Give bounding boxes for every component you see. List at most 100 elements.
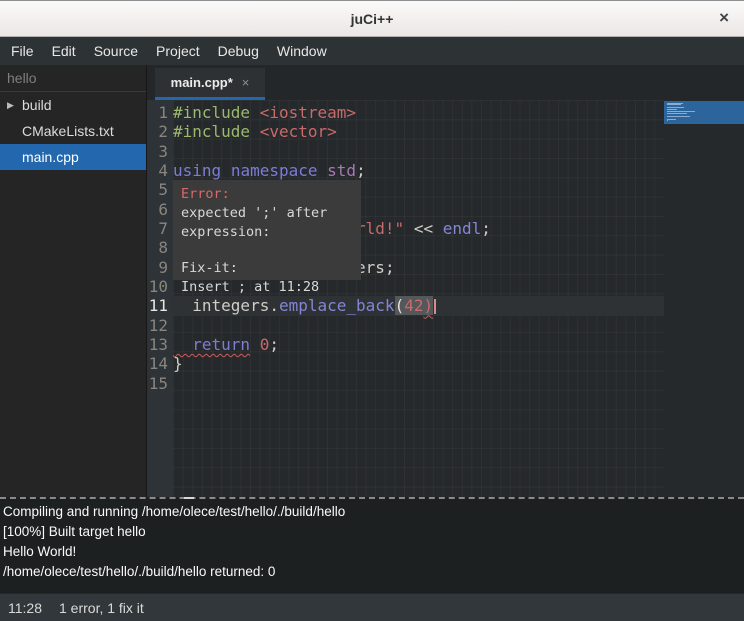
- code-token: [250, 335, 260, 354]
- output-line: Compiling and running /home/olece/test/h…: [3, 502, 744, 522]
- editor-column: main.cpp* × 123456789101112131415 Error:…: [147, 65, 744, 497]
- minimap-code-line: [667, 111, 695, 112]
- tooltip-error-label: Error:: [181, 185, 353, 204]
- code-token: ;: [269, 335, 279, 354]
- minimap-viewport[interactable]: [664, 101, 744, 124]
- expander-icon[interactable]: ▶: [7, 100, 22, 111]
- minimap-code-line: [667, 119, 676, 120]
- line-number: 14: [147, 354, 173, 373]
- line-number: 11: [147, 296, 173, 315]
- source-editor[interactable]: 123456789101112131415 Error: expected ';…: [147, 100, 744, 497]
- code-token: <vector>: [260, 122, 337, 141]
- line-number: 5: [147, 180, 173, 199]
- code-line[interactable]: #include <iostream>: [173, 103, 664, 122]
- menu-item-debug[interactable]: Debug: [209, 37, 268, 65]
- code-token: ;: [356, 161, 366, 180]
- line-number: 8: [147, 238, 173, 257]
- code-token: std: [327, 161, 356, 180]
- code-token: return: [173, 335, 250, 354]
- tab-label: main.cpp*: [171, 75, 233, 90]
- output-panel: Compiling and running /home/olece/test/h…: [0, 497, 744, 593]
- code-line[interactable]: using namespace std;: [173, 161, 664, 180]
- menu-item-source[interactable]: Source: [85, 37, 147, 65]
- minimap-code-line: [667, 104, 681, 105]
- code-token: <iostream>: [260, 103, 356, 122]
- code-token: 42: [404, 296, 423, 315]
- file-tree: ▶build CMakeLists.txt main.cpp: [0, 92, 146, 170]
- tree-item-build[interactable]: ▶build: [0, 92, 146, 118]
- output-line: [100%] Built target hello: [3, 522, 744, 542]
- line-number: 9: [147, 258, 173, 277]
- menu-item-file[interactable]: File: [2, 37, 43, 65]
- line-number: 13: [147, 335, 173, 354]
- minimap-code-line: [667, 107, 684, 108]
- code-line[interactable]: [173, 316, 664, 335]
- code-token: 0: [260, 335, 270, 354]
- code-token: using: [173, 161, 221, 180]
- minimap-code-line: [667, 113, 687, 114]
- line-number: 3: [147, 142, 173, 161]
- splitter-grip[interactable]: [184, 497, 194, 499]
- menu-item-project[interactable]: Project: [147, 37, 209, 65]
- code-token: endl: [443, 219, 482, 238]
- close-icon[interactable]: ×: [715, 1, 733, 37]
- code-token: integers.: [173, 296, 279, 315]
- line-number: 12: [147, 316, 173, 335]
- code-token: #include: [173, 122, 260, 141]
- code-line[interactable]: #include <vector>: [173, 122, 664, 141]
- tree-item-label: build: [22, 97, 52, 113]
- code-token: (: [395, 296, 405, 315]
- line-number: 1: [147, 103, 173, 122]
- code-token: #include: [173, 103, 260, 122]
- code-area[interactable]: Error: expected ';' after expression: Fi…: [173, 100, 664, 497]
- code-line[interactable]: return 0;: [173, 335, 664, 354]
- output-line: /home/olece/test/hello/./build/hello ret…: [3, 562, 744, 582]
- diagnostics-label: 1 error, 1 fix it: [59, 600, 144, 616]
- diagnostic-tooltip: Error: expected ';' after expression: Fi…: [173, 180, 361, 280]
- text-caret: [434, 299, 436, 314]
- title-bar: juCi++ ×: [0, 0, 744, 37]
- line-number: 2: [147, 122, 173, 141]
- minimap-code-line: [667, 120, 668, 121]
- project-sidebar: hello ▶build CMakeLists.txt main.cpp: [0, 65, 147, 497]
- minimap-code-line: [667, 116, 690, 117]
- code-line[interactable]: integers.emplace_back(42): [173, 296, 664, 315]
- code-token: [318, 161, 328, 180]
- code-token: ;: [481, 219, 491, 238]
- tree-item-cmakelists-txt[interactable]: CMakeLists.txt: [0, 118, 146, 144]
- code-token: <<: [404, 219, 443, 238]
- tree-item-label: main.cpp: [22, 149, 79, 165]
- tab-main-cpp[interactable]: main.cpp* ×: [155, 68, 265, 100]
- line-number: 10: [147, 277, 173, 296]
- line-number: 6: [147, 200, 173, 219]
- code-token: emplace_back: [279, 296, 395, 315]
- menu-item-window[interactable]: Window: [268, 37, 336, 65]
- code-token: }: [173, 354, 183, 373]
- main-area: hello ▶build CMakeLists.txt main.cpp main.…: [0, 65, 744, 497]
- status-bar: 11:28 1 error, 1 fix it: [0, 593, 744, 621]
- output-log: Compiling and running /home/olece/test/h…: [3, 502, 744, 582]
- minimap[interactable]: [664, 100, 744, 497]
- window-title: juCi++: [0, 1, 744, 37]
- cursor-position-label: 11:28: [8, 600, 42, 616]
- menu-item-edit[interactable]: Edit: [43, 37, 85, 65]
- tooltip-fixit-text: Insert ; at 11:28: [181, 278, 353, 297]
- code-token: ): [423, 296, 433, 315]
- tooltip-error-text: expected ';' after expression:: [181, 204, 353, 242]
- line-number: 7: [147, 219, 173, 238]
- code-token: [221, 161, 231, 180]
- line-number: 15: [147, 374, 173, 393]
- project-name-header: hello: [0, 65, 146, 92]
- tab-close-icon[interactable]: ×: [242, 75, 250, 90]
- tab-bar: main.cpp* ×: [147, 65, 744, 100]
- menu-bar: FileEditSourceProjectDebugWindow: [0, 37, 744, 65]
- code-token: namespace: [231, 161, 318, 180]
- tree-item-main-cpp[interactable]: main.cpp: [0, 144, 146, 170]
- code-line[interactable]: }: [173, 354, 664, 373]
- code-line[interactable]: [173, 374, 664, 393]
- line-number-gutter: 123456789101112131415: [147, 100, 173, 497]
- tree-item-label: CMakeLists.txt: [22, 123, 114, 139]
- code-line[interactable]: [173, 142, 664, 161]
- line-number: 4: [147, 161, 173, 180]
- output-line: Hello World!: [3, 542, 744, 562]
